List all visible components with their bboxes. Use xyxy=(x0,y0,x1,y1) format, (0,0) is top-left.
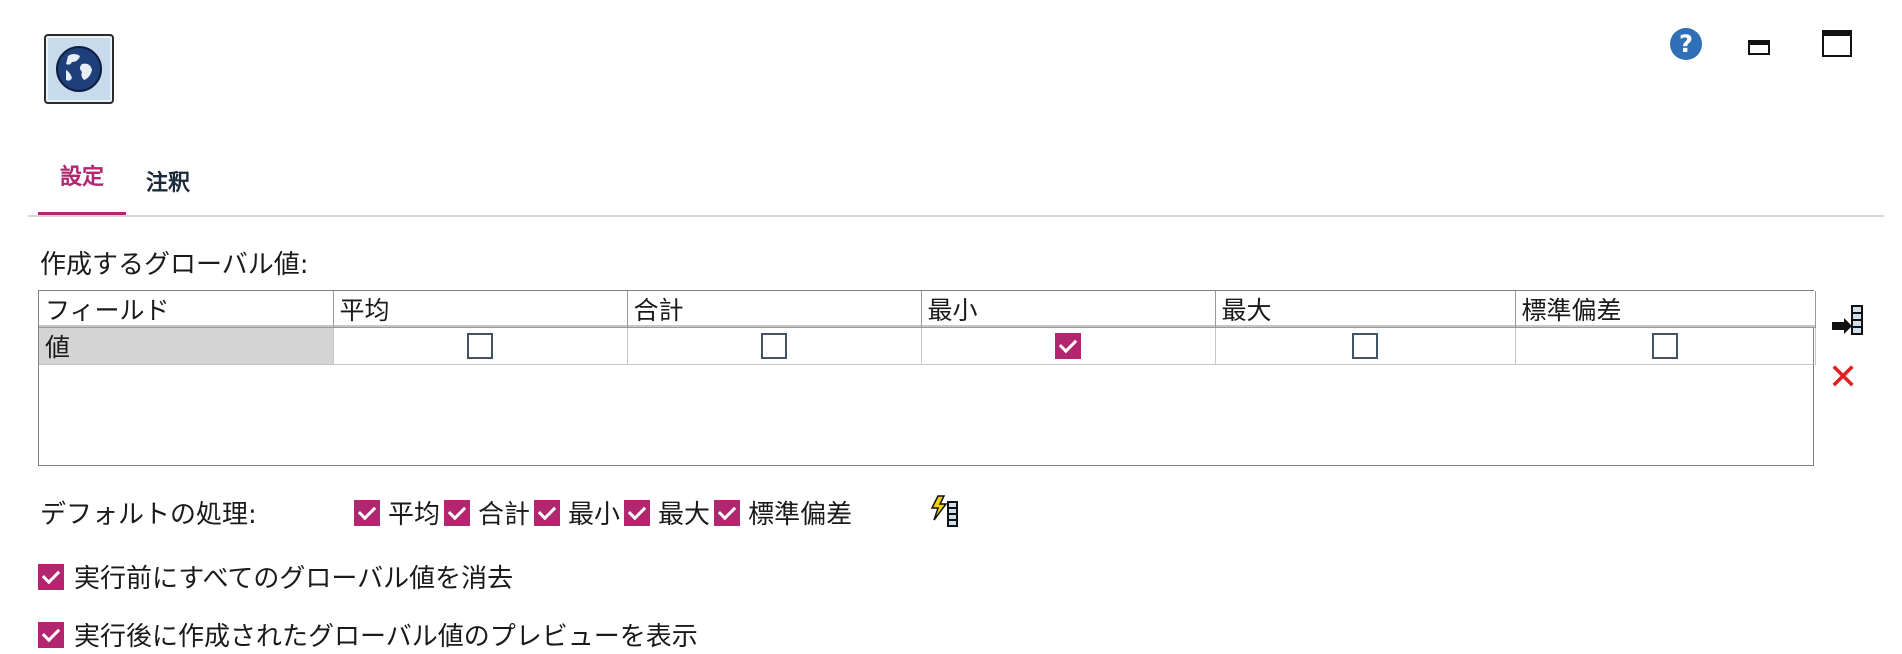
table-header-row: フィールド 平均 合計 最小 最大 標準偏差 xyxy=(39,291,1816,328)
default-max-checkbox[interactable] xyxy=(624,499,651,526)
column-header-mean[interactable]: 平均 xyxy=(332,291,628,328)
max-cell xyxy=(1214,327,1516,365)
default-max-label: 最大 xyxy=(658,500,711,530)
default-sdev-label: 標準偏差 xyxy=(748,500,853,530)
delete-field-button[interactable]: ✕ xyxy=(1828,360,1858,396)
column-header-min[interactable]: 最小 xyxy=(920,291,1216,328)
maximize-icon xyxy=(1822,30,1852,57)
preview-globals-checkbox[interactable] xyxy=(38,621,64,648)
default-max-option[interactable]: 最大 xyxy=(624,494,710,531)
min-cell xyxy=(920,327,1216,365)
node-icon xyxy=(44,34,114,104)
field-cell[interactable]: 値 xyxy=(39,327,334,365)
add-field-icon xyxy=(1832,305,1863,335)
default-mean-checkbox[interactable] xyxy=(354,499,380,526)
clear-globals-label: 実行前にすべてのグローバル値を消去 xyxy=(74,564,514,594)
default-sum-option[interactable]: 合計 xyxy=(444,494,530,531)
min-checkbox[interactable] xyxy=(1055,333,1081,359)
tabs-divider xyxy=(28,215,1884,217)
minimize-icon xyxy=(1748,40,1770,55)
default-mean-label: 平均 xyxy=(388,500,441,530)
globals-table: フィールド 平均 合計 最小 最大 標準偏差 値 xyxy=(38,290,1816,466)
maximize-button[interactable] xyxy=(1822,30,1852,62)
delete-icon: ✕ xyxy=(1828,357,1859,398)
max-checkbox[interactable] xyxy=(1352,333,1378,359)
default-processing-options: 平均 合計 最小 最大 標準偏差 xyxy=(354,494,856,531)
table-row[interactable]: 値 xyxy=(39,327,1816,365)
clear-globals-checkbox[interactable] xyxy=(38,563,64,590)
mean-cell xyxy=(332,327,628,365)
tab-annotations[interactable]: 注釈 xyxy=(146,158,206,214)
add-field-button[interactable] xyxy=(1830,304,1864,340)
sum-cell xyxy=(626,327,922,365)
sdev-checkbox[interactable] xyxy=(1652,333,1678,359)
default-mean-option[interactable]: 平均 xyxy=(354,494,440,531)
column-header-max[interactable]: 最大 xyxy=(1214,291,1516,328)
apply-defaults-icon xyxy=(930,495,958,527)
default-min-label: 最小 xyxy=(568,500,621,530)
default-min-checkbox[interactable] xyxy=(534,499,561,526)
default-processing-label: デフォルトの処理: xyxy=(40,500,257,530)
column-header-sdev[interactable]: 標準偏差 xyxy=(1514,291,1816,328)
preview-globals-label: 実行後に作成されたグローバル値のプレビューを表示 xyxy=(74,622,698,652)
default-sum-checkbox[interactable] xyxy=(444,499,471,526)
help-icon: ? xyxy=(1679,30,1693,58)
clear-globals-option[interactable]: 実行前にすべてのグローバル値を消去 xyxy=(38,558,513,595)
default-min-option[interactable]: 最小 xyxy=(534,494,620,531)
default-sdev-checkbox[interactable] xyxy=(714,499,741,526)
globals-section-label: 作成するグローバル値: xyxy=(40,250,309,280)
column-header-field[interactable]: フィールド xyxy=(39,291,334,328)
sum-checkbox[interactable] xyxy=(761,333,787,359)
help-button[interactable]: ? xyxy=(1670,28,1702,60)
sdev-cell xyxy=(1514,327,1816,365)
default-sum-label: 合計 xyxy=(478,500,531,530)
tab-settings[interactable]: 設定 xyxy=(38,158,126,214)
apply-defaults-button[interactable] xyxy=(928,494,962,532)
default-sdev-option[interactable]: 標準偏差 xyxy=(714,494,852,531)
column-header-sum[interactable]: 合計 xyxy=(626,291,922,328)
preview-globals-option[interactable]: 実行後に作成されたグローバル値のプレビューを表示 xyxy=(38,616,698,653)
globe-icon xyxy=(56,46,102,92)
mean-checkbox[interactable] xyxy=(467,333,493,359)
minimize-button[interactable] xyxy=(1748,40,1770,60)
